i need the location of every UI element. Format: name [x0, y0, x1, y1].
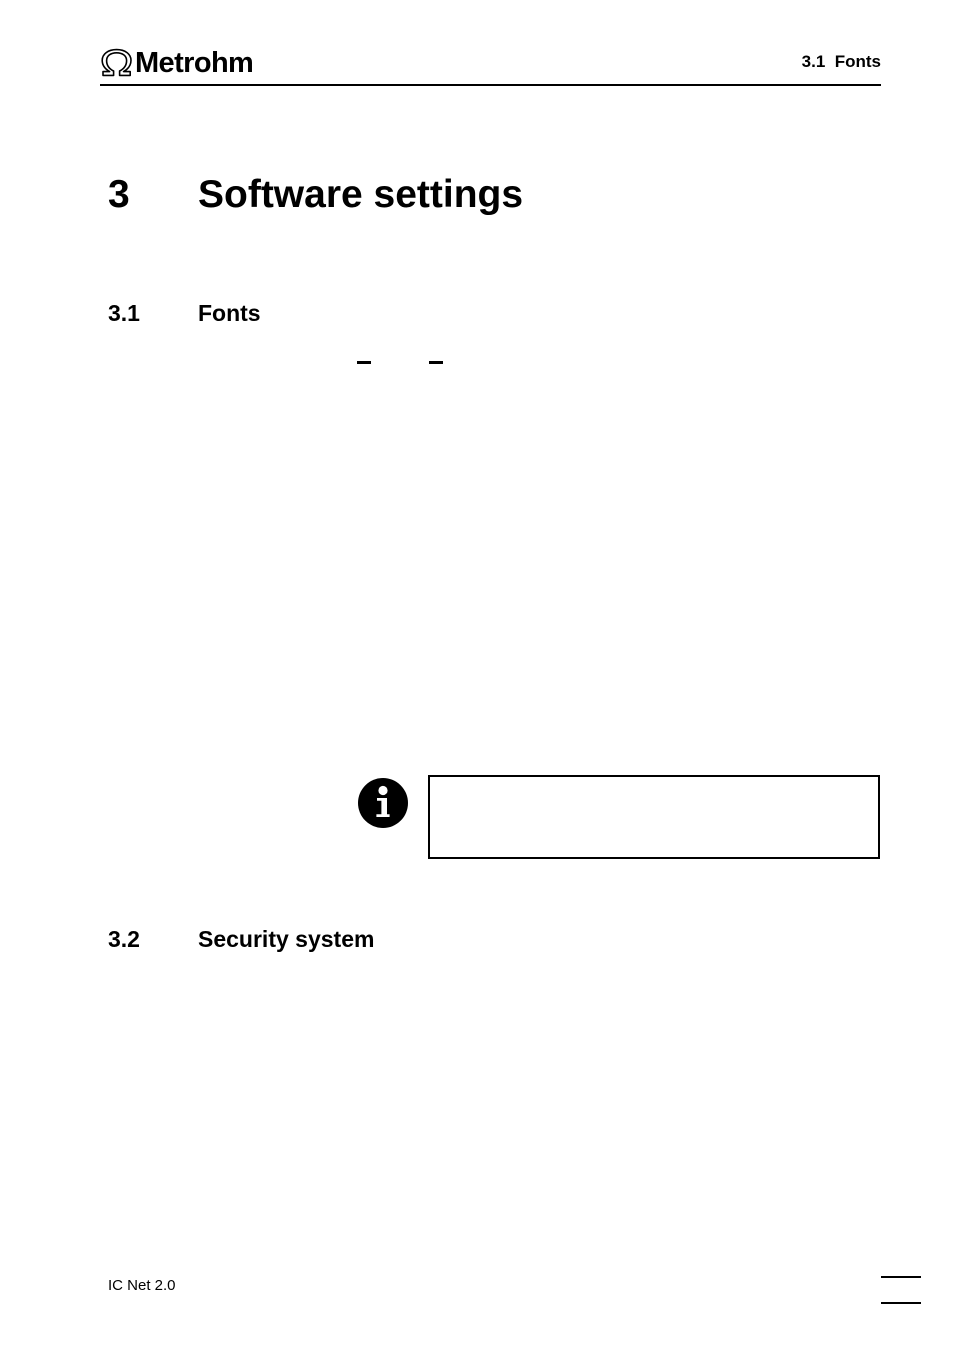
section-number: 3.1 — [108, 300, 140, 326]
footer-document-label: IC Net 2.0 — [108, 1277, 176, 1294]
document-page: Metrohm 3.1 Fonts 3 Software settings 3.… — [0, 0, 954, 1351]
dash-mark-one — [357, 361, 371, 364]
page-number-rule-bottom — [881, 1302, 921, 1304]
section-title: Fonts — [198, 300, 261, 326]
chapter-number: 3 — [108, 173, 130, 216]
page-number-rule-top — [881, 1276, 921, 1278]
chapter-heading: 3 Software settings — [108, 172, 523, 218]
note-box — [428, 775, 880, 859]
header-rule — [100, 84, 881, 86]
omega-symbol-icon — [101, 48, 132, 77]
metrohm-logo: Metrohm — [100, 44, 254, 79]
section-heading-security: 3.2 Security system — [108, 925, 374, 953]
page-header: Metrohm 3.1 Fonts — [100, 38, 881, 86]
section-number: 3.2 — [108, 926, 140, 952]
info-note — [357, 775, 882, 861]
info-icon — [358, 778, 408, 828]
note-text — [430, 777, 878, 797]
section-title: Security system — [198, 926, 375, 952]
dash-mark-two — [429, 361, 443, 364]
chapter-title: Software settings — [198, 173, 524, 216]
section-heading-fonts: 3.1 Fonts — [108, 299, 261, 327]
brand-wordmark: Metrohm — [135, 47, 254, 79]
header-section-reference: 3.1 Fonts — [801, 52, 881, 71]
